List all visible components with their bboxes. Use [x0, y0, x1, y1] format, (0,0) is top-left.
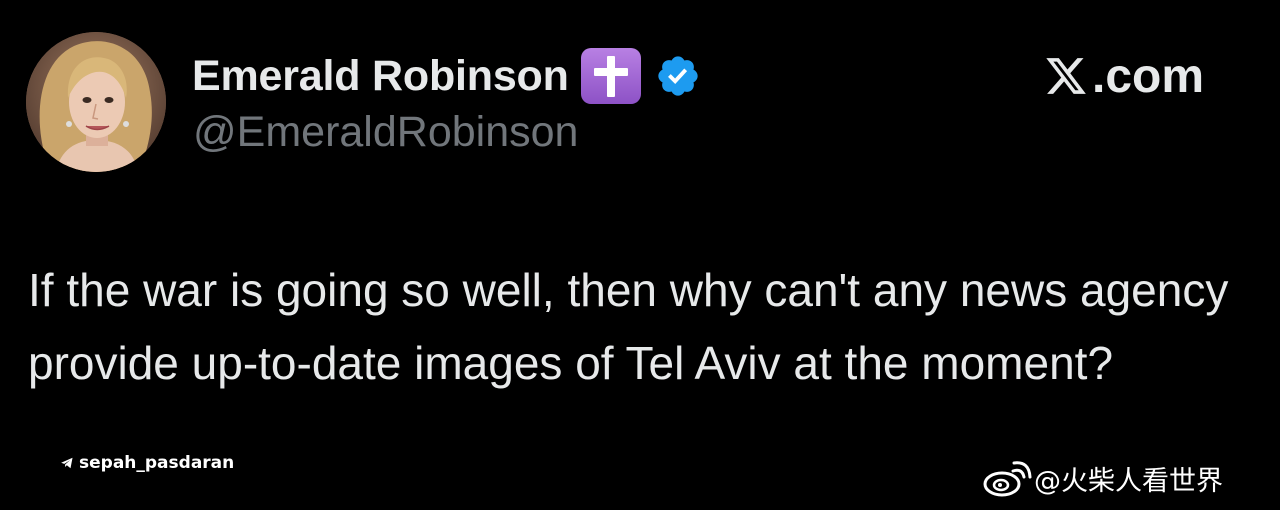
- brand-mark: .com: [1044, 46, 1204, 106]
- x-logo-icon: [1046, 58, 1086, 94]
- verified-badge-icon[interactable]: [655, 53, 701, 99]
- weibo-icon: [983, 461, 1032, 497]
- latin-cross-emoji: [580, 48, 641, 104]
- telegram-watermark: sepah_pasdaran: [60, 453, 234, 473]
- weibo-handle: @火柴人看世界: [1034, 465, 1223, 497]
- weibo-watermark: @火柴人看世界: [982, 458, 1223, 498]
- telegram-icon: [61, 457, 73, 469]
- author-name-row: Emerald Robinson: [192, 46, 701, 106]
- author-handle[interactable]: @EmeraldRobinson: [193, 108, 578, 157]
- avatar-image: [26, 32, 166, 172]
- avatar[interactable]: [26, 32, 166, 172]
- author-display-name[interactable]: Emerald Robinson: [192, 52, 569, 101]
- brand-domain-text: .com: [1092, 49, 1205, 103]
- telegram-handle: sepah_pasdaran: [79, 453, 235, 473]
- tweet-text: If the war is going so well, then why ca…: [28, 264, 1229, 389]
